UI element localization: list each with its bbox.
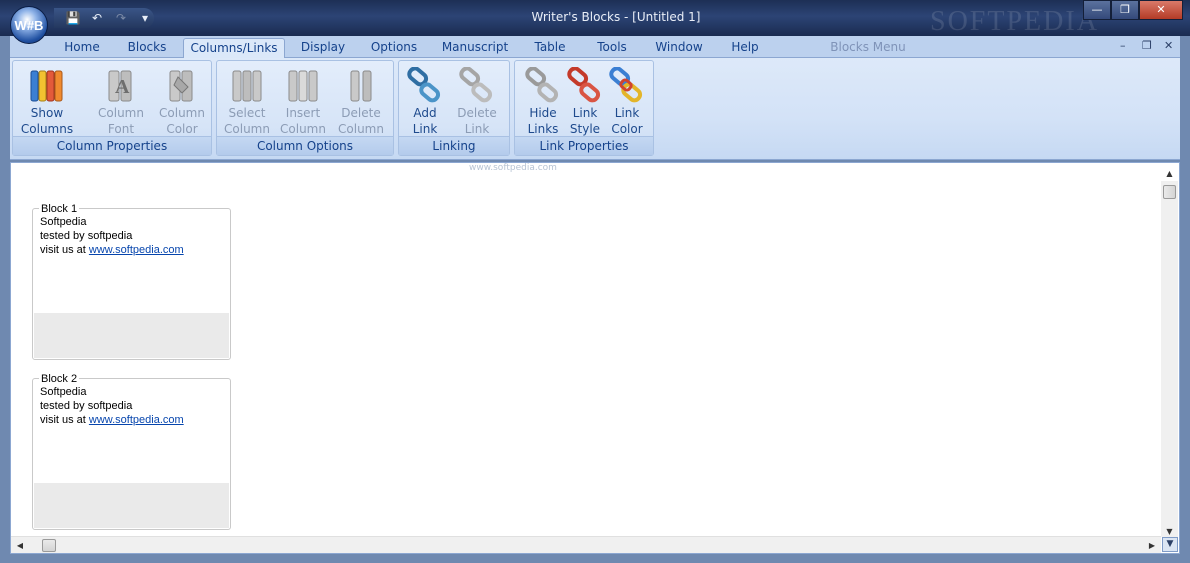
column-font-label-2: Font: [107, 122, 135, 136]
block-text-line: Softpedia: [40, 216, 87, 228]
block-text-line: tested by softpedia: [40, 400, 133, 412]
delete-link-label-1: Delete: [457, 106, 497, 120]
title-bar: SOFTPEDIA Writer's Blocks - [Untitled 1]…: [0, 0, 1190, 37]
column-font-icon: A: [108, 70, 132, 102]
block-link[interactable]: www.softpedia.com: [89, 414, 184, 426]
delete-link-chain-icon: [459, 67, 493, 103]
add-link-button[interactable]: Add Link: [395, 65, 455, 137]
block-card[interactable]: Block 2 Softpedia tested by softpedia vi…: [32, 373, 231, 530]
delete-column-button[interactable]: Delete Column: [331, 65, 391, 137]
block-footer: [34, 313, 229, 358]
scroll-up-arrow-icon[interactable]: ▲: [1161, 167, 1178, 181]
column-color-icon: [169, 70, 193, 102]
select-column-icon: [232, 70, 262, 102]
column-font-label-1: Column: [98, 106, 144, 120]
column-color-button[interactable]: Column Color: [152, 65, 212, 137]
block-link[interactable]: www.softpedia.com: [89, 244, 184, 256]
tab-home[interactable]: Home: [58, 38, 106, 58]
delete-link-label-2: Link: [464, 122, 490, 136]
tab-display[interactable]: Display: [295, 38, 351, 58]
tab-help[interactable]: Help: [725, 38, 765, 58]
mdi-restore-button[interactable]: ❐: [1142, 39, 1152, 52]
block-title: Block 2: [39, 373, 80, 385]
link-color-label-1: Link: [614, 106, 640, 120]
show-columns-label-1: Show: [30, 106, 64, 120]
vertical-scrollbar[interactable]: ▲ ▼: [1161, 169, 1178, 537]
tab-options[interactable]: Options: [366, 38, 422, 58]
group-link-properties: Hide Links Link Style Link Color Link Pr…: [514, 60, 654, 156]
add-link-chain-icon: [407, 67, 441, 103]
column-font-button[interactable]: A Column Font: [91, 65, 151, 137]
vertical-scroll-thumb[interactable]: [1163, 185, 1176, 199]
group-column-options: Select Column Insert Column Delete Colum…: [216, 60, 394, 156]
insert-column-label-2: Column: [280, 122, 326, 136]
document-canvas[interactable]: www.softpedia.com Block 1 Softpedia test…: [10, 162, 1180, 554]
group-caption-column-options: Column Options: [217, 136, 393, 155]
ribbon-tab-strip: Home Blocks Columns/Links Display Option…: [10, 36, 1180, 59]
link-color-label-2: Color: [611, 122, 643, 136]
select-column-label-2: Column: [224, 122, 270, 136]
select-column-button[interactable]: Select Column: [217, 65, 277, 137]
tab-window[interactable]: Window: [650, 38, 708, 58]
add-link-label-1: Add: [413, 106, 437, 120]
group-caption-linking: Linking: [399, 136, 509, 155]
group-linking: Add Link Delete Link Linking: [398, 60, 510, 156]
block-text-line: visit us at www.softpedia.com: [40, 244, 184, 256]
link-color-chain-icon: [609, 67, 643, 103]
tab-tools[interactable]: Tools: [590, 38, 634, 58]
block-text-line: tested by softpedia: [40, 230, 133, 242]
window-title: Writer's Blocks - [Untitled 1]: [531, 10, 701, 24]
application-menu-button[interactable]: W#B: [10, 6, 48, 44]
tab-blocks-menu[interactable]: Blocks Menu: [825, 38, 911, 58]
redo-icon[interactable]: ↷: [112, 10, 130, 26]
minimize-button[interactable]: —: [1083, 0, 1111, 20]
tab-manuscript[interactable]: Manuscript: [438, 38, 512, 58]
scroll-right-arrow-icon[interactable]: ▶: [1145, 537, 1159, 554]
block-text-line: visit us at www.softpedia.com: [40, 414, 184, 426]
tab-table[interactable]: Table: [528, 38, 572, 58]
link-color-button[interactable]: Link Color: [597, 65, 657, 137]
horizontal-scrollbar[interactable]: ◀ ▶: [11, 536, 1161, 553]
delete-link-button[interactable]: Delete Link: [447, 65, 507, 137]
add-link-label-2: Link: [412, 122, 438, 136]
delete-column-label-1: Delete: [341, 106, 381, 120]
show-columns-label-2: Columns: [20, 122, 74, 136]
customize-qat-icon[interactable]: ▾: [136, 10, 154, 26]
tab-columns-links[interactable]: Columns/Links: [183, 38, 285, 59]
save-icon[interactable]: 💾: [64, 10, 82, 26]
mdi-close-button[interactable]: ✕: [1164, 39, 1173, 52]
group-column-properties: Show Columns A Column Font Column Color …: [12, 60, 212, 156]
insert-column-icon: [288, 70, 318, 102]
ribbon: Show Columns A Column Font Column Color …: [10, 58, 1180, 160]
scroll-corner-icon[interactable]: ▼: [1162, 537, 1178, 552]
insert-column-button[interactable]: Insert Column: [273, 65, 333, 137]
block-text-line: Softpedia: [40, 386, 87, 398]
block-footer: [34, 483, 229, 528]
block-link-prefix: visit us at: [40, 244, 89, 256]
undo-icon[interactable]: ↶: [88, 10, 106, 26]
group-caption-link-properties: Link Properties: [515, 136, 653, 155]
svg-text:A: A: [115, 76, 130, 98]
delete-column-label-2: Column: [338, 122, 384, 136]
horizontal-scroll-thumb[interactable]: [42, 539, 56, 552]
column-color-label-1: Column: [159, 106, 205, 120]
block-card[interactable]: Block 1 Softpedia tested by softpedia vi…: [32, 203, 231, 360]
block-link-prefix: visit us at: [40, 414, 89, 426]
window-controls: — ❐ ✕: [1083, 0, 1183, 20]
tab-blocks[interactable]: Blocks: [120, 38, 174, 58]
insert-column-label-1: Insert: [285, 106, 321, 120]
close-button[interactable]: ✕: [1139, 0, 1183, 20]
softpedia-url-watermark: www.softpedia.com: [469, 163, 557, 173]
columns-colored-icon: [30, 70, 63, 102]
delete-column-icon: [350, 70, 372, 102]
scroll-left-arrow-icon[interactable]: ◀: [13, 537, 27, 554]
select-column-label-1: Select: [228, 106, 266, 120]
restore-button[interactable]: ❐: [1111, 0, 1139, 20]
quick-access-toolbar: 💾 ↶ ↷ ▾: [54, 8, 154, 28]
block-title: Block 1: [39, 203, 80, 215]
mdi-minimize-button[interactable]: –: [1120, 39, 1126, 52]
show-columns-button[interactable]: Show Columns: [17, 65, 77, 137]
column-color-label-2: Color: [166, 122, 198, 136]
group-caption-column-properties: Column Properties: [13, 136, 211, 155]
